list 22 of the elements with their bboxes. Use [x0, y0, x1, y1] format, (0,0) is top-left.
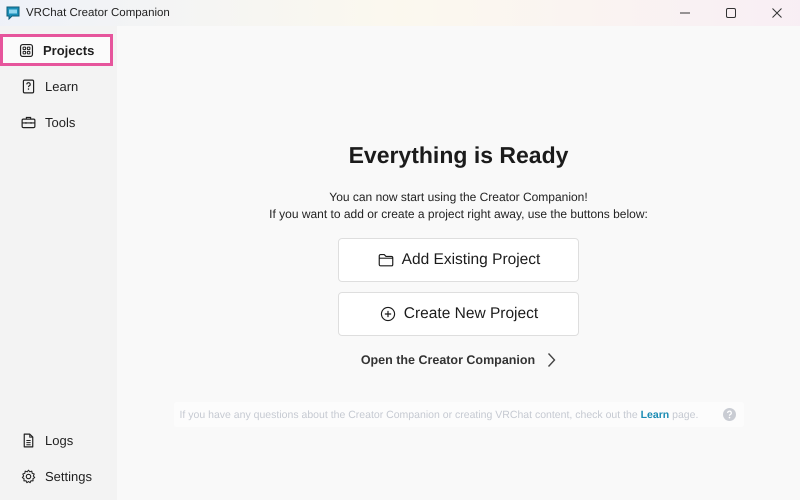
subtitle-text: If you want to add or create a project right away, use the buttons below: — [269, 206, 648, 223]
sidebar-item[interactable]: Settings — [0, 460, 113, 492]
open-companion-link[interactable]: Open the Creator Companion — [360, 352, 556, 368]
sidebar-item[interactable]: Projects — [0, 34, 113, 66]
learn-link[interactable]: Learn — [640, 408, 670, 420]
app-logo-icon — [6, 6, 20, 20]
chevron-right-icon — [547, 352, 556, 368]
subtitle-text: You can now start using the Creator Companion! — [328, 189, 589, 206]
page-heading: Everything is Ready — [348, 142, 568, 169]
sidebar-item[interactable]: Logs — [0, 424, 113, 456]
maximize-icon[interactable] — [725, 7, 737, 19]
plus-circle-icon — [378, 305, 397, 323]
sidebar-item[interactable]: Tools — [0, 106, 113, 138]
folder-icon — [376, 251, 395, 269]
sidebar-item[interactable]: Learn — [0, 70, 113, 102]
project-button[interactable]: Add Existing Project — [338, 238, 579, 282]
question-book-icon — [20, 78, 37, 94]
close-icon[interactable] — [771, 7, 783, 19]
grid-icon — [18, 42, 35, 58]
project-button[interactable]: Create New Project — [338, 292, 579, 336]
window-title: VRChat Creator Companion — [26, 7, 171, 19]
settings-icon — [20, 468, 37, 484]
